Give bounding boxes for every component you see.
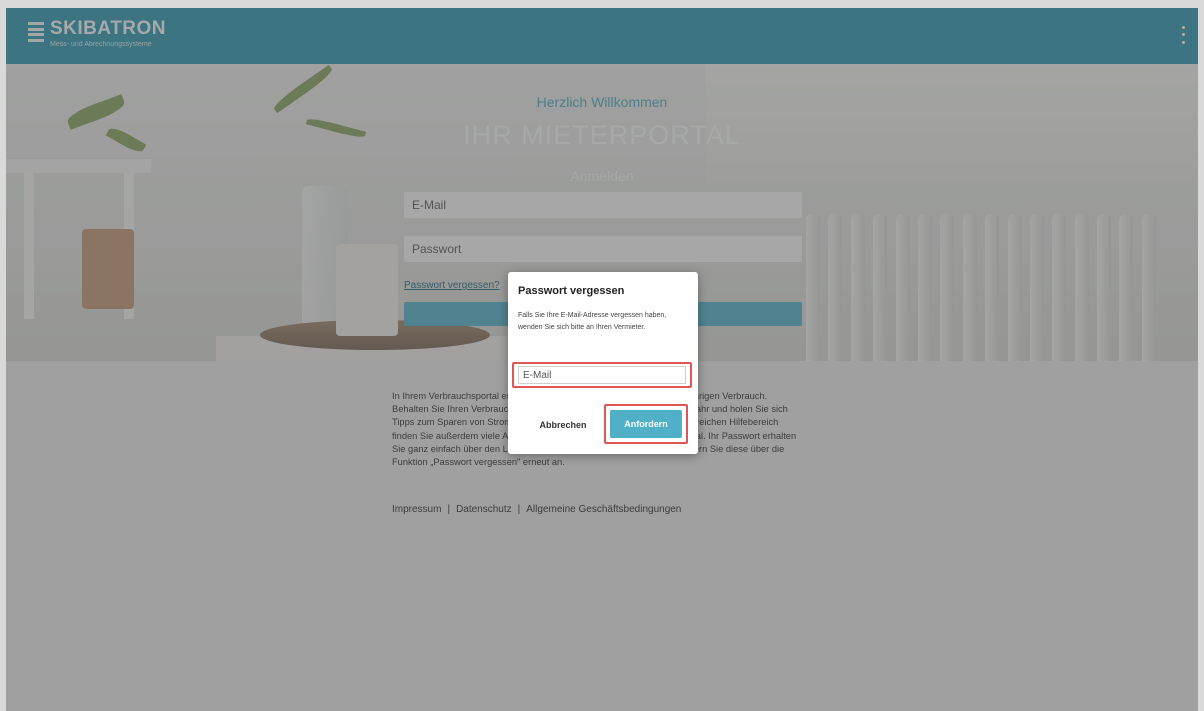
- cancel-button[interactable]: Abbrechen: [522, 412, 604, 438]
- request-button[interactable]: Anfordern: [610, 410, 682, 438]
- request-button-highlight: Anfordern: [604, 404, 688, 444]
- dialog-title: Passwort vergessen: [518, 285, 625, 297]
- dialog-email-input[interactable]: E-Mail: [518, 366, 686, 384]
- forgot-password-dialog: Passwort vergessen Falls Sie Ihre E-Mail…: [508, 272, 698, 454]
- dialog-message: Falls Sie Ihre E-Mail-Adresse vergessen …: [518, 312, 667, 331]
- browser-viewport: SKIBATRON Mess- und Abrechnungssysteme H…: [6, 8, 1198, 711]
- email-field-highlight: E-Mail: [512, 362, 692, 388]
